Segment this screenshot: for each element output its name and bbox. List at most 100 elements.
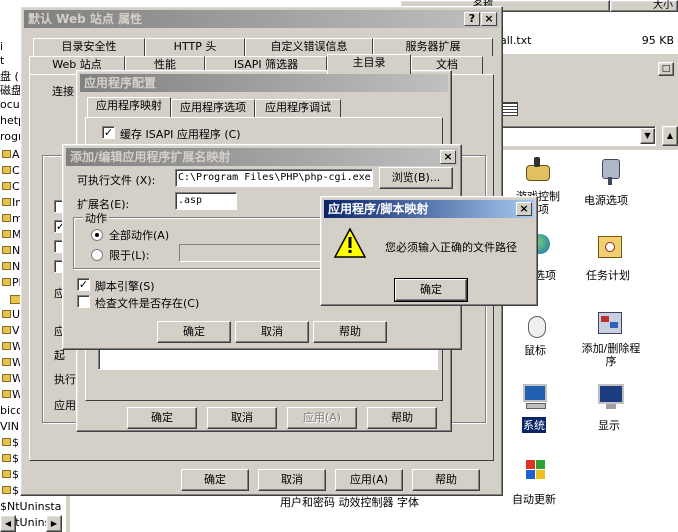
tab-app-debugging[interactable]: 应用程序调试 [255,99,341,117]
tree-item[interactable]: $NtUninstal [0,500,62,513]
properties-help-button[interactable]: 帮助 [412,469,480,491]
limit-to-input[interactable] [179,244,325,262]
folder-icon [2,486,11,494]
mapping-titlebar[interactable]: 添加/编辑应用程序扩展名映射 × [66,148,458,166]
scrollbar-right-button[interactable]: ▶ [46,515,62,532]
button-label: 帮助 [339,325,361,338]
folder-icon [2,342,11,350]
all-actions-label: 全部动作(A) [109,229,170,242]
windows-update-icon[interactable] [520,456,552,486]
mapping-ok-button[interactable]: 确定 [157,321,231,343]
warning-icon [333,227,367,258]
alert-ok-button[interactable]: 确定 [394,278,468,302]
cp-label-addremove[interactable]: 添加/删除程 序 [572,342,650,368]
window-control-button[interactable]: □ [658,62,674,76]
folder-icon [2,310,11,318]
views-icon[interactable] [502,102,518,116]
script-engine-checkbox[interactable]: ✓ [77,278,90,291]
limit-to-label: 限于(L): [109,249,150,262]
tree-item[interactable]: t [0,54,4,67]
tab-label: 主目录 [352,56,386,69]
behind-label: 连接 [52,85,74,98]
address-bar[interactable] [500,126,656,146]
app-config-ok-button[interactable]: 确定 [127,407,197,429]
extension-input[interactable]: .asp [175,192,237,210]
button-label: 应用(A) [349,473,389,486]
power-plug-icon[interactable] [596,155,624,185]
app-config-cancel-button[interactable]: 取消 [207,407,277,429]
app-config-title: 应用程序配置 [84,76,157,90]
cache-isapi-checkbox[interactable]: ✓ [102,126,115,139]
tab-label: 自定义错误信息 [270,40,348,53]
button-label: 取消 [231,411,253,424]
cp-cut-labels: 用户和密码 动效控制器 字体 [280,496,419,509]
folder-icon [2,182,11,190]
scrollbar-left-button[interactable]: ◀ [0,515,16,532]
close-title-button[interactable]: × [516,202,532,216]
close-title-button[interactable]: × [440,150,456,164]
tree-item[interactable]: i [0,40,3,53]
folder-icon [2,326,11,334]
mapping-cancel-button[interactable]: 取消 [235,321,309,343]
folder-icon [2,374,11,382]
tab-label: HTTP 头 [173,40,217,53]
add-remove-programs-icon[interactable] [596,308,624,338]
tab-app-mappings[interactable]: 应用程序映射 [87,97,171,117]
button-label: 取消 [261,325,283,338]
button-label: 确定 [151,411,173,424]
script-engine-label: 脚本引擎(S) [95,280,155,293]
tab-app-options[interactable]: 应用程序选项 [171,99,255,117]
help-title-button[interactable]: ? [464,12,480,26]
mapping-title: 添加/编辑应用程序扩展名映射 [70,150,231,164]
all-actions-radio[interactable] [91,229,103,241]
tree-item[interactable]: 磁盘 [0,82,22,98]
folder-icon [2,150,11,158]
alert-titlebar[interactable]: 应用程序/脚本映射 × [324,200,534,218]
file-name: all.txt [500,34,532,47]
app-config-apply-button[interactable]: 应用(A) [287,407,357,429]
cp-label-mouse[interactable]: 鼠标 [524,342,546,358]
folder-icon [2,454,11,462]
properties-apply-button[interactable]: 应用(A) [335,469,403,491]
column-header-size[interactable]: 大小 [610,0,678,12]
check-file-checkbox[interactable] [77,295,90,308]
alert-message: 您必须输入正确的文件路径 [385,241,517,254]
mapping-help-button[interactable]: 帮助 [313,321,387,343]
system-computer-icon[interactable] [520,382,552,412]
properties-cancel-button[interactable]: 取消 [258,469,326,491]
exe-path-input[interactable]: C:\Program Files\PHP\php-cgi.exe [175,169,373,187]
close-title-button[interactable]: × [481,12,497,26]
alert-dialog: 应用程序/脚本映射 × 您必须输入正确的文件路径 确定 [320,196,538,306]
properties-ok-button[interactable]: 确定 [181,469,249,491]
properties-titlebar[interactable]: 默认 Web 站点 属性 ? × [24,10,499,28]
button-label: 确定 [183,325,205,338]
folder-icon [2,246,11,254]
tab-label: 应用程序调试 [265,101,331,114]
tab-home-directory[interactable]: 主目录 [327,54,411,74]
display-monitor-icon[interactable] [596,382,626,412]
limit-to-radio[interactable] [91,249,103,261]
folder-icon [2,198,11,206]
file-row[interactable]: all.txt 95 KB [500,34,678,48]
app-config-titlebar[interactable]: 应用程序配置 [80,74,448,92]
tab-label: 应用程序映射 [96,99,162,112]
folder-icon [2,230,11,238]
folder-icon [2,214,11,222]
scheduled-tasks-icon[interactable] [596,234,624,260]
game-controller-icon[interactable] [522,155,552,183]
tab-directory-security[interactable]: 目录安全性 [33,38,145,56]
cp-label-autoupdate[interactable]: 自动更新 [512,491,556,507]
mouse-icon[interactable] [522,310,552,340]
scroll-up-button[interactable]: ▲ [662,126,678,146]
cp-label-tasks[interactable]: 任务计划 [586,267,630,283]
column-header-size-label: 大小 [653,0,673,11]
app-config-help-button[interactable]: 帮助 [367,407,437,429]
folder-icon [2,262,11,270]
browse-button[interactable]: 浏览(B)... [379,167,453,189]
cp-label-system[interactable]: 系统 [522,417,546,433]
address-dropdown-button[interactable]: ▼ [640,128,655,144]
cp-label-display[interactable]: 显示 [598,417,620,433]
cp-label-power[interactable]: 电源选项 [584,192,628,208]
button-label: 确定 [420,283,442,296]
tab-http-headers[interactable]: HTTP 头 [145,38,245,56]
